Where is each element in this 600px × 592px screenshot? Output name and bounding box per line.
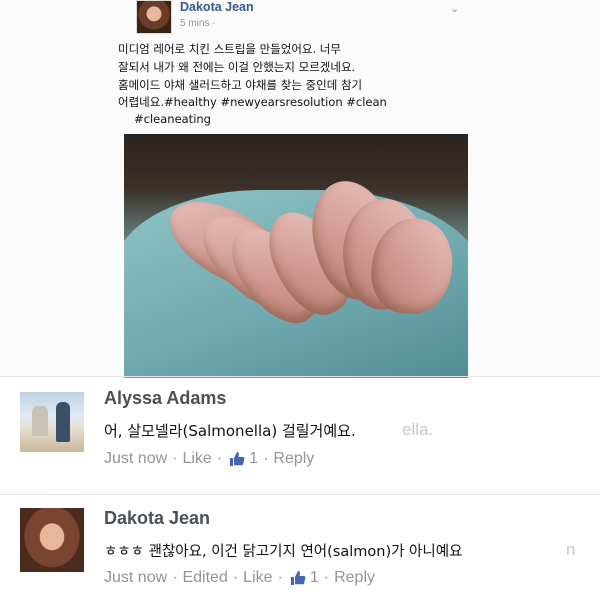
post: Dakota Jean 5 mins · ⌄ 미디엄 레어로 치킨 스트립을 만… xyxy=(0,0,600,378)
comment-timestamp[interactable]: Just now xyxy=(104,569,167,587)
like-link[interactable]: Like xyxy=(243,569,272,587)
post-author-name[interactable]: Dakota Jean xyxy=(180,0,254,14)
comment-actions: Just now · Like · 1 · Reply xyxy=(104,450,314,468)
overlaid-original-text: ella. xyxy=(402,420,434,439)
edited-label[interactable]: Edited xyxy=(182,569,227,587)
post-body-line[interactable]: 어렵네요.#healthy #newyearsresolution #clean xyxy=(118,95,387,109)
thumbs-up-icon[interactable] xyxy=(229,451,245,467)
commenter-avatar[interactable] xyxy=(20,392,84,452)
avatar-figure xyxy=(56,402,70,442)
like-count[interactable]: 1 xyxy=(249,450,258,468)
post-body-line: 잘되서 내가 왜 전에는 이걸 안했는지 모르겠네요. xyxy=(118,60,356,74)
comment-actions: Just now · Edited · Like · 1 · Reply xyxy=(104,569,375,587)
thumbs-up-icon[interactable] xyxy=(290,570,306,586)
post-timestamp[interactable]: 5 mins · xyxy=(180,18,216,29)
divider xyxy=(0,494,600,495)
comment-author-name[interactable]: Dakota Jean xyxy=(104,508,210,529)
avatar-figure xyxy=(32,406,48,436)
commenter-avatar[interactable] xyxy=(20,508,84,572)
post-photo[interactable] xyxy=(124,134,468,378)
separator-dot: · xyxy=(172,450,178,467)
post-menu-chevron-icon[interactable]: ⌄ xyxy=(450,2,459,15)
overlaid-original-text: n xyxy=(566,540,576,559)
post-author-avatar[interactable] xyxy=(136,0,172,34)
separator-dot: · xyxy=(277,569,283,586)
separator-dot: · xyxy=(172,569,178,586)
comment-timestamp[interactable]: Just now xyxy=(104,450,167,468)
reply-link[interactable]: Reply xyxy=(334,569,375,587)
comment-author-name[interactable]: Alyssa Adams xyxy=(104,388,226,409)
post-body: 미디엄 레어로 치킨 스트립을 만들었어요. 너무 잘되서 내가 왜 전에는 이… xyxy=(118,40,418,94)
post-body-line[interactable]: #cleaneating xyxy=(118,111,458,128)
separator-dot: · xyxy=(232,569,239,586)
separator-dot: · xyxy=(263,450,269,467)
separator-dot: · xyxy=(216,450,223,467)
post-body-line: 홈메이드 야채 샐러드하고 야채를 찾는 중인데 참기 xyxy=(118,78,363,92)
comment-text: 어, 살모넬라(Salmonella) 걸릴거예요. xyxy=(104,422,356,440)
reply-link[interactable]: Reply xyxy=(273,450,314,468)
like-link[interactable]: Like xyxy=(182,450,211,468)
divider xyxy=(0,376,600,377)
separator-dot: · xyxy=(323,569,330,586)
comment-text: ㅎㅎㅎ 괜찮아요, 이건 닭고기지 연어(salmon)가 아니예요 xyxy=(104,544,463,560)
like-count[interactable]: 1 xyxy=(310,569,319,587)
post-hashtags: 어렵네요.#healthy #newyearsresolution #clean… xyxy=(118,94,458,128)
post-body-line: 미디엄 레어로 치킨 스트립을 만들었어요. 너무 xyxy=(118,42,341,56)
